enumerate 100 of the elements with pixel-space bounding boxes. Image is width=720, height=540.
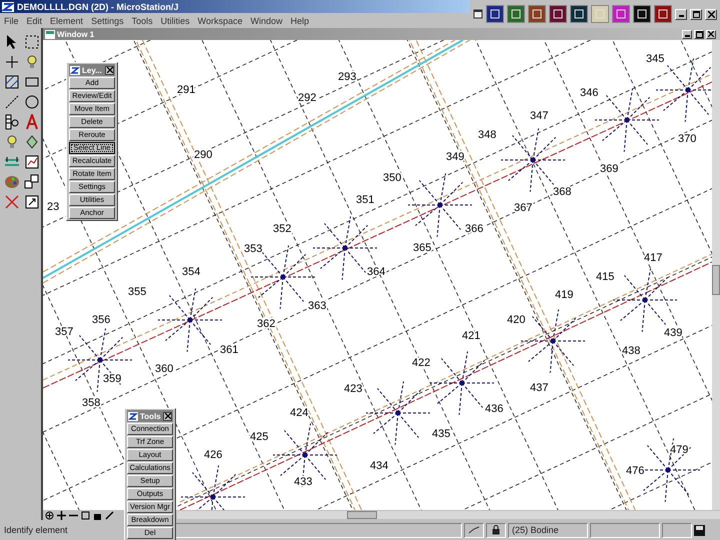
minimize-button[interactable] <box>675 8 687 20</box>
parcel-number: 360 <box>155 363 174 375</box>
parcel-number: 417 <box>644 252 662 264</box>
parcel-number: 439 <box>664 327 682 339</box>
parcel-number: 438 <box>622 345 640 357</box>
maximize-button[interactable] <box>694 30 704 38</box>
parcel-number: 346 <box>580 87 598 99</box>
status-prompt: Identify element <box>4 525 69 535</box>
hatch-icon[interactable] <box>4 74 20 90</box>
parcel-number: 370 <box>678 133 696 145</box>
panel-icon <box>128 412 138 420</box>
restore-button[interactable] <box>690 8 702 20</box>
parcel-number: 358 <box>82 397 100 409</box>
menu-item[interactable]: Tools <box>132 16 153 26</box>
window-title: DEMOLLLL.DGN (2D) - MicroStation/J <box>17 2 178 12</box>
parcel-number: 423 <box>344 383 362 395</box>
parcel-number: 356 <box>92 314 110 326</box>
menu-item[interactable]: Utilities <box>160 16 190 26</box>
parcel-number: 421 <box>462 330 480 342</box>
parcel-number: 426 <box>204 449 222 461</box>
panel-title: Tools <box>140 412 161 420</box>
parcel-number: 293 <box>338 71 356 83</box>
diamond-icon[interactable] <box>24 134 40 150</box>
parcel-number: 425 <box>250 431 268 443</box>
palette-icon[interactable] <box>4 174 20 190</box>
parcel-number: 291 <box>177 84 196 96</box>
status-field <box>662 522 692 538</box>
application-icon[interactable] <box>549 5 567 23</box>
horizontal-scrollbar[interactable] <box>177 511 720 519</box>
application-icon[interactable] <box>654 5 672 23</box>
parcel-number: 415 <box>596 271 614 283</box>
parcel-number: 353 <box>244 243 262 255</box>
window-icon <box>45 30 55 38</box>
parcel-number: 345 <box>646 53 664 65</box>
line-icon[interactable] <box>4 94 20 110</box>
parcel-number: 350 <box>383 172 402 184</box>
parcel-number: 365 <box>413 242 432 254</box>
parcel-number: 292 <box>298 92 316 104</box>
parcel-number: 347 <box>530 110 548 122</box>
panel-title: Ley... <box>82 66 103 74</box>
parcel-number: 354 <box>182 266 200 278</box>
parcel-number: 420 <box>507 314 526 326</box>
parcel-number: 23 <box>47 201 60 213</box>
zoom-in-icon[interactable] <box>45 510 54 520</box>
parcel-number: 366 <box>465 223 484 235</box>
scale-icon[interactable] <box>24 194 40 210</box>
app-icon <box>2 2 14 12</box>
pencil-icon[interactable] <box>105 510 114 520</box>
menu-item[interactable]: Window <box>250 16 282 26</box>
application-icon[interactable] <box>633 5 651 23</box>
parcel-number: 357 <box>55 326 74 338</box>
menu-item[interactable]: File <box>4 16 19 26</box>
minimize-button[interactable] <box>682 30 692 38</box>
parcel-number: 368 <box>553 186 572 198</box>
circle-icon[interactable] <box>24 94 40 110</box>
parcel-number: 367 <box>514 202 532 214</box>
menu-item[interactable]: Edit <box>26 16 42 26</box>
menu-item[interactable]: Workspace <box>198 16 242 26</box>
save-icon[interactable] <box>694 524 705 536</box>
parcel-number: 422 <box>412 357 430 369</box>
view-window-title: Window 1 <box>57 30 94 38</box>
parcel-number: 359 <box>103 373 122 385</box>
text-tool-icon[interactable] <box>24 114 40 130</box>
parcel-number: 437 <box>530 382 548 394</box>
plus-icon[interactable] <box>57 510 66 520</box>
parcel-number: 419 <box>555 289 574 301</box>
small-window-icon[interactable] <box>473 9 483 19</box>
snap-field[interactable] <box>464 522 484 538</box>
menu-item[interactable]: Help <box>290 16 310 26</box>
application-icon[interactable] <box>570 5 588 23</box>
dotted-rectangle-icon[interactable] <box>24 34 40 50</box>
parcel-number: 363 <box>308 300 326 312</box>
status-field <box>590 522 660 538</box>
copy-icon[interactable] <box>24 174 40 190</box>
menu-item[interactable]: Settings <box>91 16 124 26</box>
parcel-number: 364 <box>367 266 386 278</box>
parcel-number: 424 <box>290 407 308 419</box>
parcel-number: 352 <box>273 223 292 235</box>
parcel-number: 476 <box>626 465 644 477</box>
parcel-number: 369 <box>600 163 618 175</box>
vertical-scrollbar[interactable] <box>712 40 720 510</box>
lock-field[interactable] <box>486 522 506 538</box>
parcel-number: 433 <box>294 476 312 488</box>
chart-icon[interactable] <box>24 154 40 170</box>
close-button[interactable] <box>105 66 114 74</box>
crosshair-icon[interactable] <box>4 54 20 70</box>
close-button[interactable] <box>163 412 172 420</box>
parcel-number: 349 <box>446 151 464 163</box>
parcel-number: 355 <box>128 286 146 298</box>
square-icon[interactable] <box>81 510 90 520</box>
parcel-number: 351 <box>356 194 374 206</box>
application-icon[interactable] <box>486 5 504 23</box>
level-field[interactable]: (25) Bodine <box>508 522 588 538</box>
parcel-number: 434 <box>370 460 388 472</box>
parcel-number: 361 <box>220 344 238 356</box>
stack-icon[interactable] <box>4 114 20 130</box>
lock-icon <box>492 525 500 535</box>
menu-item[interactable]: Element <box>50 16 84 26</box>
parcel-number: 435 <box>432 428 450 440</box>
parcel-number: 436 <box>485 403 504 415</box>
